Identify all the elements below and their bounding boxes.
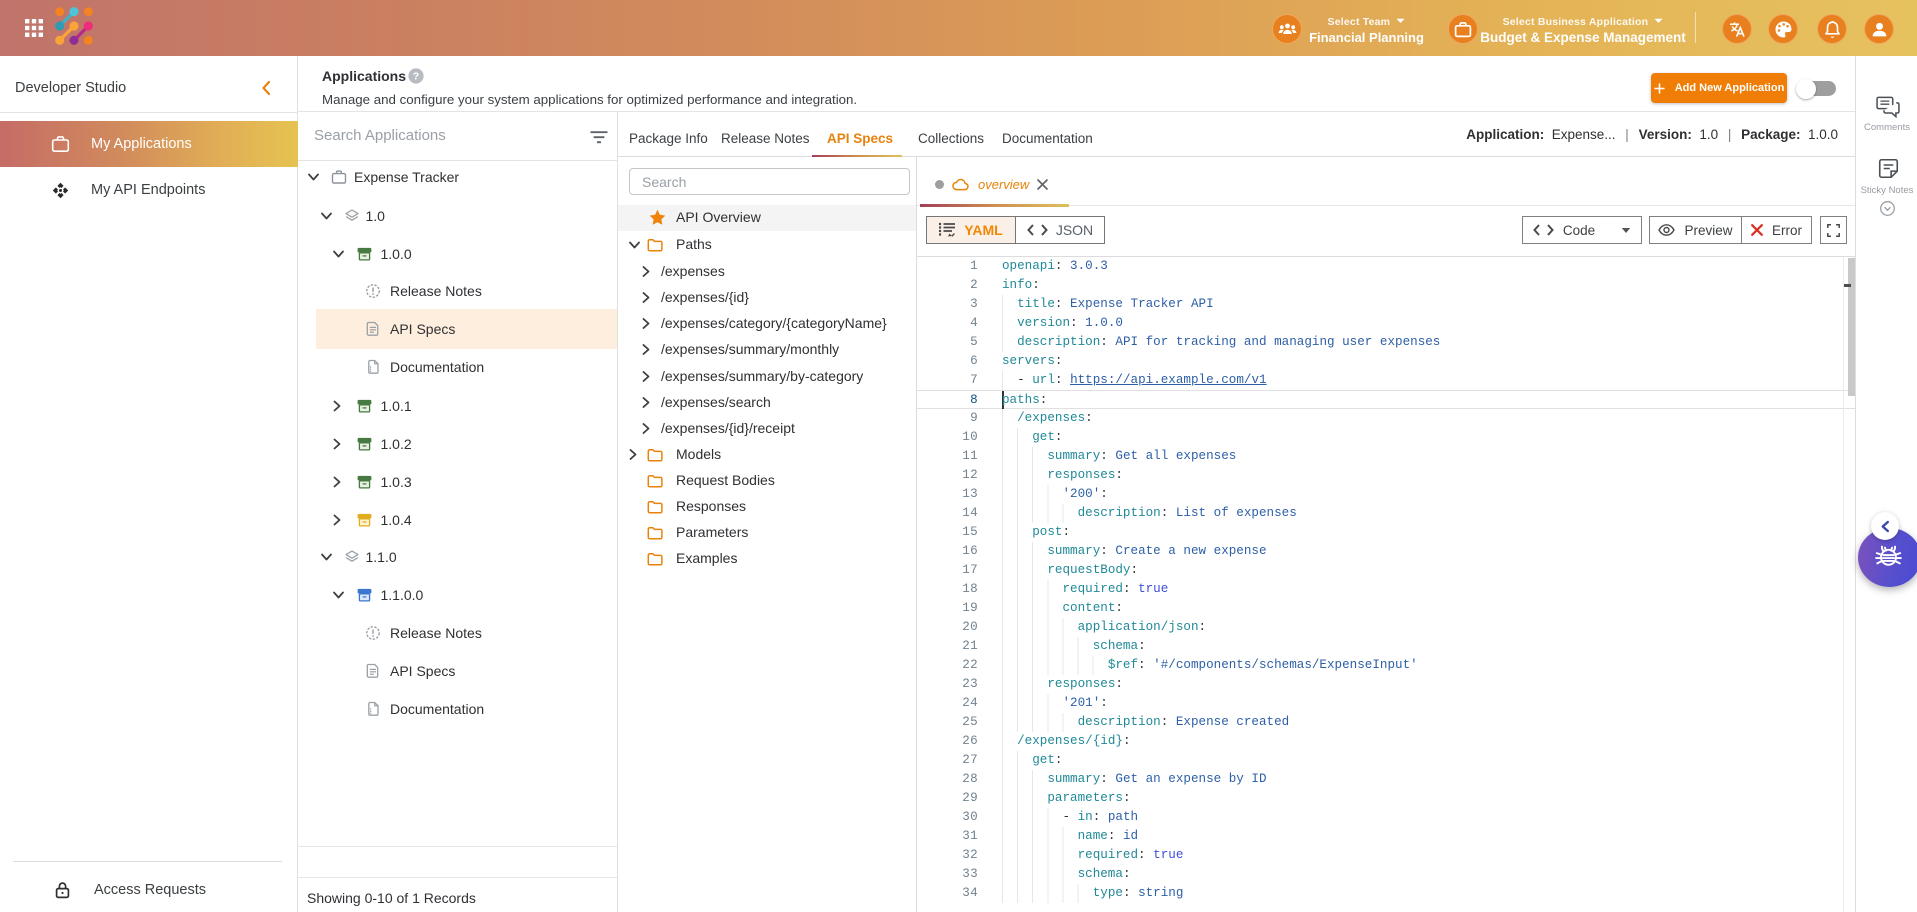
svg-text:?: ?: [413, 71, 419, 83]
